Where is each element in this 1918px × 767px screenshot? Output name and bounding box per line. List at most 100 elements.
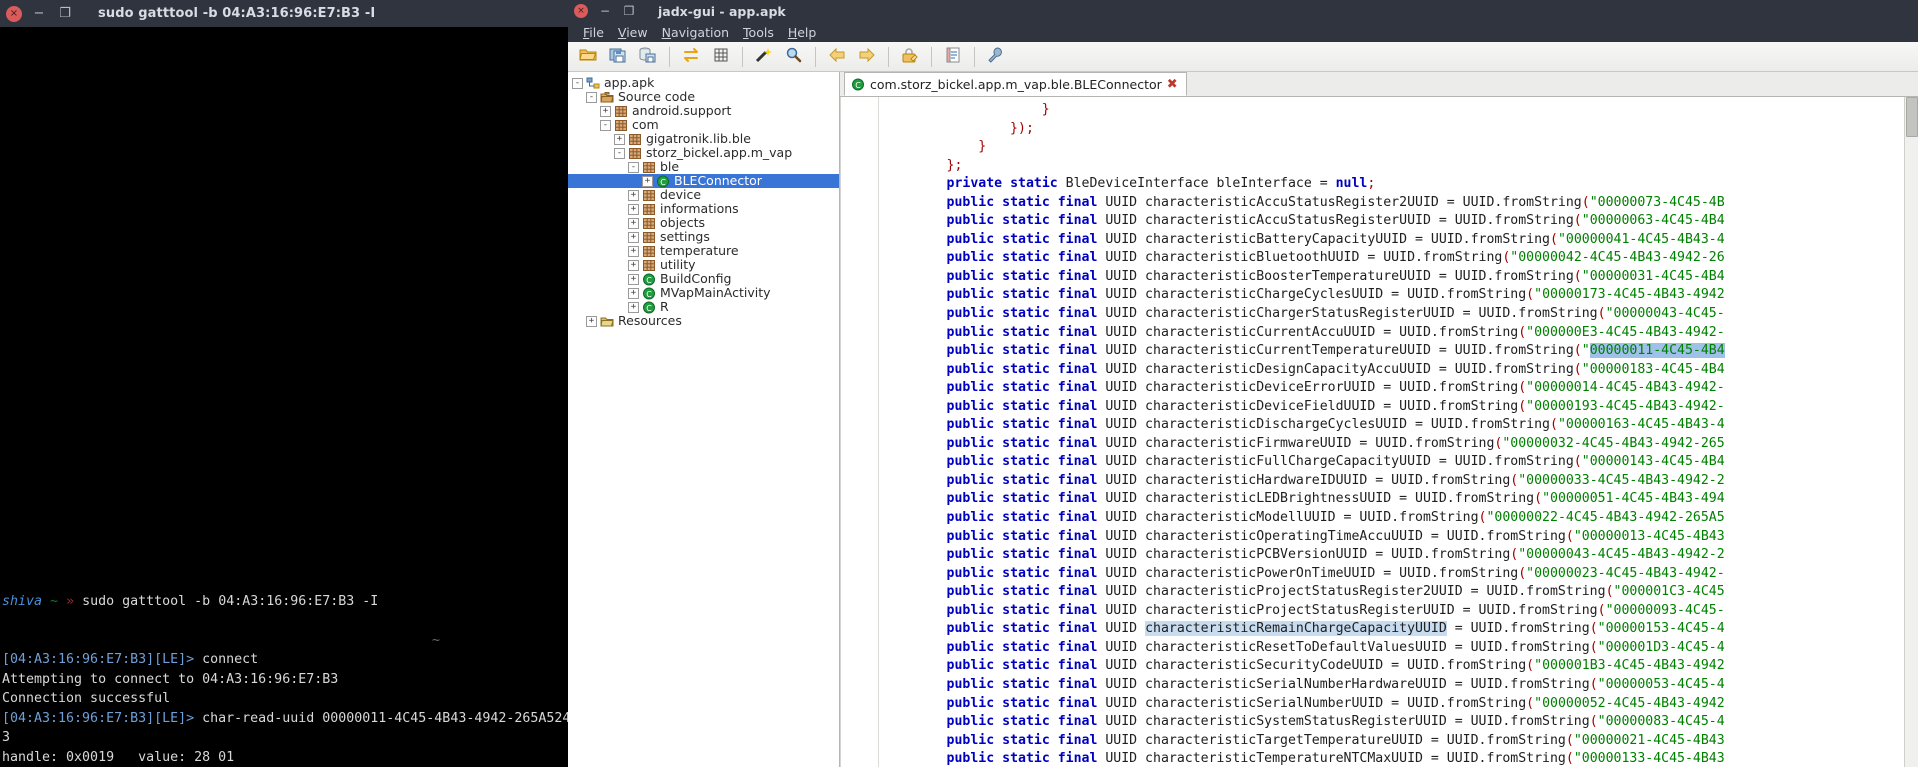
tree-item-mvapmainactivity[interactable]: + C MVapMainActivity	[568, 286, 839, 300]
tree-item-bleconnector[interactable]: + C BLEConnector	[568, 174, 839, 188]
tree-item-android-support[interactable]: + android.support	[568, 104, 839, 118]
terminal-line: handle: 0x0019 value: 28 01	[2, 748, 568, 767]
gatt-prompt-address: [04:A3:16:96:E7:B3][LE]>	[2, 710, 195, 726]
sync-button[interactable]	[677, 44, 705, 70]
tree-item-temperature[interactable]: + temperature	[568, 244, 839, 258]
expand-toggle-icon[interactable]: +	[628, 189, 639, 201]
terminal-close-button[interactable]: ×	[6, 5, 22, 22]
menu-item-navigation[interactable]: Navigation	[655, 25, 736, 40]
expand-toggle-icon[interactable]: +	[628, 217, 639, 229]
tree-item-utility[interactable]: + utility	[568, 258, 839, 272]
expand-toggle-icon[interactable]: +	[586, 315, 597, 327]
expand-toggle-icon[interactable]: +	[614, 133, 625, 145]
terminal-maximize-button[interactable]: ❐	[58, 6, 72, 22]
export-gradle-button[interactable]	[634, 44, 662, 70]
tree-item-device[interactable]: + device	[568, 188, 839, 202]
terminal-line: ~	[2, 631, 568, 651]
tree-item-storz-bickel-app-m-vap[interactable]: - storz_bickel.app.m_vap	[568, 146, 839, 160]
tree-item-buildconfig[interactable]: + C BuildConfig	[568, 272, 839, 286]
tree-item-objects[interactable]: + objects	[568, 216, 839, 230]
collapse-toggle-icon[interactable]: -	[614, 147, 625, 159]
code-line: });	[1010, 120, 1034, 136]
code-line: }	[978, 139, 987, 155]
tree-item-label: objects	[660, 215, 706, 230]
logs-button[interactable]	[939, 44, 967, 70]
lock-edit-icon	[901, 47, 919, 67]
tools-button[interactable]	[982, 44, 1010, 70]
expand-toggle-icon[interactable]: +	[628, 287, 639, 299]
preferences-button[interactable]	[896, 44, 924, 70]
menu-item-help[interactable]: Help	[781, 25, 824, 40]
expand-toggle-icon[interactable]: +	[628, 259, 639, 271]
class-icon: C	[656, 175, 670, 188]
deobfuscation-button[interactable]	[750, 44, 778, 70]
back-button[interactable]	[823, 44, 851, 70]
save-all-button[interactable]	[604, 44, 632, 70]
expand-toggle-icon[interactable]: +	[628, 245, 639, 257]
tree-item-resources[interactable]: + Resources	[568, 314, 839, 328]
expand-toggle-icon[interactable]: +	[600, 105, 611, 117]
collapse-toggle-icon[interactable]: -	[600, 119, 611, 131]
menu-item-view[interactable]: View	[611, 25, 655, 40]
magic-wand-icon	[755, 47, 773, 67]
jadx-menubar: File View Navigation Tools Help	[568, 22, 1918, 42]
tree-item-label: Resources	[618, 313, 682, 328]
jadx-minimize-button[interactable]: −	[598, 4, 612, 18]
code-vertical-scrollbar[interactable]	[1904, 97, 1918, 767]
expand-toggle-icon[interactable]: +	[628, 203, 639, 215]
search-button[interactable]	[780, 44, 808, 70]
terminal-output-area[interactable]: shiva ~ » sudo gatttool -b 04:A3:16:96:E…	[0, 27, 568, 767]
code-line: public static final UUID characteristicR…	[946, 639, 1725, 655]
source-tree-panel[interactable]: - app.apk - Source code + android.support - com…	[568, 72, 840, 767]
expand-toggle-icon[interactable]: +	[642, 175, 653, 187]
export-icon	[639, 47, 657, 67]
tree-item-source-code[interactable]: - Source code	[568, 90, 839, 104]
terminal-line: Connection successful	[2, 689, 568, 709]
terminal-minimize-button[interactable]: −	[32, 6, 46, 22]
toolbar-separator	[742, 46, 743, 67]
code-line: public static final UUID characteristicP…	[946, 584, 1725, 600]
forward-button[interactable]	[853, 44, 881, 70]
collapse-toggle-icon[interactable]: -	[628, 161, 639, 173]
flat-packages-button[interactable]	[707, 44, 735, 70]
open-file-button[interactable]	[574, 44, 602, 70]
terminal-line: shiva ~ » sudo gatttool -b 04:A3:16:96:E…	[2, 592, 568, 612]
code-line: public static final UUID characteristicD…	[946, 398, 1725, 414]
tree-item-settings[interactable]: + settings	[568, 230, 839, 244]
editor-tab[interactable]: Ccom.storz_bickel.app.m_vap.ble.BLEConne…	[844, 72, 1187, 96]
source-folder-icon	[600, 91, 614, 104]
tree-item-gigatronik-lib-ble[interactable]: + gigatronik.lib.ble	[568, 132, 839, 146]
jadx-maximize-button[interactable]: ❐	[622, 4, 636, 18]
code-content[interactable]: } }); } }; private static BleDeviceInter…	[879, 97, 1918, 767]
collapse-toggle-icon[interactable]: -	[572, 77, 583, 89]
terminal-line: Attempting to connect to 04:A3:16:96:E7:…	[2, 670, 568, 690]
expand-toggle-icon[interactable]: +	[628, 301, 639, 313]
expand-toggle-icon[interactable]: +	[628, 273, 639, 285]
jadx-close-button[interactable]: ×	[574, 4, 588, 18]
source-tree: - app.apk - Source code + android.support - com…	[568, 76, 839, 328]
tab-close-icon[interactable]: ✖	[1167, 77, 1178, 92]
code-gutter	[841, 97, 879, 767]
tree-item-com[interactable]: - com	[568, 118, 839, 132]
menu-item-file[interactable]: File	[576, 25, 611, 40]
tree-item-ble[interactable]: - ble	[568, 160, 839, 174]
toolbar-separator	[931, 46, 932, 67]
tree-item-label: temperature	[660, 243, 739, 258]
tree-item-label: BuildConfig	[660, 271, 732, 286]
code-scroll-thumb[interactable]	[1906, 97, 1918, 137]
svg-text:C: C	[646, 290, 652, 299]
expand-toggle-icon[interactable]: +	[628, 231, 639, 243]
collapse-toggle-icon[interactable]: -	[586, 91, 597, 103]
tree-item-informations[interactable]: + informations	[568, 202, 839, 216]
menu-item-tools[interactable]: Tools	[736, 25, 781, 40]
tree-item-r[interactable]: + C R	[568, 300, 839, 314]
code-view[interactable]: } }); } }; private static BleDeviceInter…	[840, 97, 1918, 767]
code-line: public static final UUID characteristicP…	[946, 565, 1725, 581]
arrow-left-icon	[828, 47, 846, 67]
terminal-text: 3	[2, 730, 11, 745]
terminal-titlebar: × − ❐ sudo gatttool -b 04:A3:16:96:E7:B3…	[0, 0, 568, 27]
toolbar-separator	[669, 46, 670, 67]
tree-item-app-apk[interactable]: - app.apk	[568, 76, 839, 90]
